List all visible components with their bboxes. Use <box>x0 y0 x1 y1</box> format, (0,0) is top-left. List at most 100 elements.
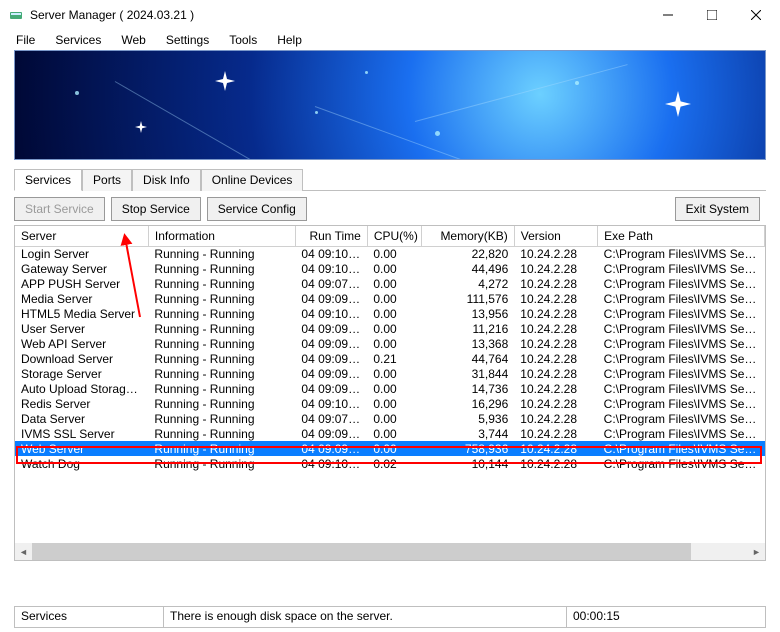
cell-cpu: 0.00 <box>367 411 421 426</box>
table-row[interactable]: Watch DogRunning - Running04 09:10:060.0… <box>15 456 765 471</box>
cell-cpu: 0.00 <box>367 396 421 411</box>
cell-exe: C:\Program Files\IVMS Server\bin6 <box>598 261 765 276</box>
scroll-right-icon[interactable]: ► <box>748 543 765 560</box>
cell-cpu: 0.00 <box>367 291 421 306</box>
col-server[interactable]: Server <box>15 226 148 246</box>
table-row[interactable]: Media ServerRunning - Running04 09:09:58… <box>15 291 765 306</box>
table-row[interactable]: Web API ServerRunning - Running04 09:09:… <box>15 336 765 351</box>
menu-settings[interactable]: Settings <box>156 31 219 49</box>
col-cpu[interactable]: CPU(%) <box>367 226 421 246</box>
cell-ver: 10.24.2.28 <box>514 261 597 276</box>
horizontal-scrollbar[interactable]: ◄ ► <box>15 543 765 560</box>
cell-cpu: 0.00 <box>367 336 421 351</box>
cell-exe: C:\Program Files\IVMS Server\bin6 <box>598 456 765 471</box>
cell-info: Running - Running <box>148 306 295 321</box>
minimize-button[interactable] <box>646 1 690 29</box>
cell-mem: 44,764 <box>422 351 515 366</box>
table-row[interactable]: Auto Upload Storage S...Running - Runnin… <box>15 381 765 396</box>
status-tab-name: Services <box>14 606 164 628</box>
cell-run: 04 09:09:58 <box>295 291 367 306</box>
menubar: File Services Web Settings Tools Help <box>0 30 780 50</box>
cell-cpu: 0.00 <box>367 306 421 321</box>
cell-server: Storage Server <box>15 366 148 381</box>
cell-server: Download Server <box>15 351 148 366</box>
cell-mem: 3,744 <box>422 426 515 441</box>
cell-info: Running - Running <box>148 426 295 441</box>
exit-system-button[interactable]: Exit System <box>675 197 760 221</box>
menu-web[interactable]: Web <box>111 31 155 49</box>
cell-mem: 111,576 <box>422 291 515 306</box>
col-memory[interactable]: Memory(KB) <box>422 226 515 246</box>
scroll-thumb[interactable] <box>32 543 691 560</box>
table-row[interactable]: HTML5 Media ServerRunning - Running04 09… <box>15 306 765 321</box>
cell-info: Running - Running <box>148 321 295 336</box>
tab-services[interactable]: Services <box>14 169 82 191</box>
cell-run: 04 09:07:47 <box>295 411 367 426</box>
table-row[interactable]: Web ServerRunning - Running04 09:09:540.… <box>15 441 765 456</box>
menu-services[interactable]: Services <box>45 31 111 49</box>
cell-exe: C:\Program Files\IVMS Server\bin6 <box>598 291 765 306</box>
stop-service-button[interactable]: Stop Service <box>111 197 201 221</box>
cell-ver: 10.24.2.28 <box>514 321 597 336</box>
cell-mem: 44,496 <box>422 261 515 276</box>
cell-mem: 13,368 <box>422 336 515 351</box>
menu-tools[interactable]: Tools <box>219 31 267 49</box>
menu-help[interactable]: Help <box>267 31 312 49</box>
table-row[interactable]: Login ServerRunning - Running04 09:10:01… <box>15 246 765 261</box>
col-exe-path[interactable]: Exe Path <box>598 226 765 246</box>
cell-run: 04 09:09:56 <box>295 351 367 366</box>
table-row[interactable]: Gateway ServerRunning - Running04 09:10:… <box>15 261 765 276</box>
cell-cpu: 0.00 <box>367 246 421 261</box>
cell-ver: 10.24.2.28 <box>514 306 597 321</box>
cell-server: Auto Upload Storage S... <box>15 381 148 396</box>
table-row[interactable]: Data ServerRunning - Running04 09:07:470… <box>15 411 765 426</box>
cell-run: 04 09:09:54 <box>295 441 367 456</box>
cell-info: Running - Running <box>148 456 295 471</box>
cell-run: 04 09:09:57 <box>295 321 367 336</box>
table-row[interactable]: APP PUSH ServerRunning - Running04 09:07… <box>15 276 765 291</box>
table-row[interactable]: User ServerRunning - Running04 09:09:570… <box>15 321 765 336</box>
cell-cpu: 0.02 <box>367 456 421 471</box>
cell-info: Running - Running <box>148 246 295 261</box>
cell-ver: 10.24.2.28 <box>514 246 597 261</box>
col-version[interactable]: Version <box>514 226 597 246</box>
titlebar: Server Manager ( 2024.03.21 ) <box>0 0 780 30</box>
close-button[interactable] <box>734 1 778 29</box>
cell-exe: C:\Program Files\IVMS Server\bin6 <box>598 336 765 351</box>
cell-server: Watch Dog <box>15 456 148 471</box>
tab-online-devices[interactable]: Online Devices <box>201 169 304 191</box>
table-row[interactable]: Storage ServerRunning - Running04 09:09:… <box>15 366 765 381</box>
tab-ports[interactable]: Ports <box>82 169 132 191</box>
cell-server: User Server <box>15 321 148 336</box>
status-timer: 00:00:15 <box>566 606 766 628</box>
col-run-time[interactable]: Run Time <box>295 226 367 246</box>
cell-cpu: 0.00 <box>367 276 421 291</box>
cell-exe: C:\Program Files\IVMS Server\bin6 <box>598 381 765 396</box>
status-bar: Services There is enough disk space on t… <box>14 606 766 628</box>
maximize-button[interactable] <box>690 1 734 29</box>
cell-mem: 13,956 <box>422 306 515 321</box>
cell-server: Media Server <box>15 291 148 306</box>
tab-disk-info[interactable]: Disk Info <box>132 169 201 191</box>
scroll-left-icon[interactable]: ◄ <box>15 543 32 560</box>
cell-info: Running - Running <box>148 261 295 276</box>
start-service-button[interactable]: Start Service <box>14 197 105 221</box>
tab-row: Services Ports Disk Info Online Devices <box>14 168 766 191</box>
app-icon <box>8 7 24 23</box>
table-row[interactable]: Redis ServerRunning - Running04 09:10:02… <box>15 396 765 411</box>
status-message: There is enough disk space on the server… <box>163 606 567 628</box>
cell-exe: C:\Program Files\IVMS Server\bin6 <box>598 276 765 291</box>
cell-mem: 16,296 <box>422 396 515 411</box>
table-row[interactable]: IVMS SSL ServerRunning - Running04 09:09… <box>15 426 765 441</box>
services-table[interactable]: Server Information Run Time CPU(%) Memor… <box>15 226 765 471</box>
cell-mem: 31,844 <box>422 366 515 381</box>
cell-mem: 11,216 <box>422 321 515 336</box>
menu-file[interactable]: File <box>6 31 45 49</box>
col-information[interactable]: Information <box>148 226 295 246</box>
cell-server: Web Server <box>15 441 148 456</box>
cell-exe: C:\Program Files\IVMS Server\bin6 <box>598 426 765 441</box>
table-row[interactable]: Download ServerRunning - Running04 09:09… <box>15 351 765 366</box>
service-config-button[interactable]: Service Config <box>207 197 307 221</box>
cell-info: Running - Running <box>148 381 295 396</box>
cell-mem: 22,820 <box>422 246 515 261</box>
